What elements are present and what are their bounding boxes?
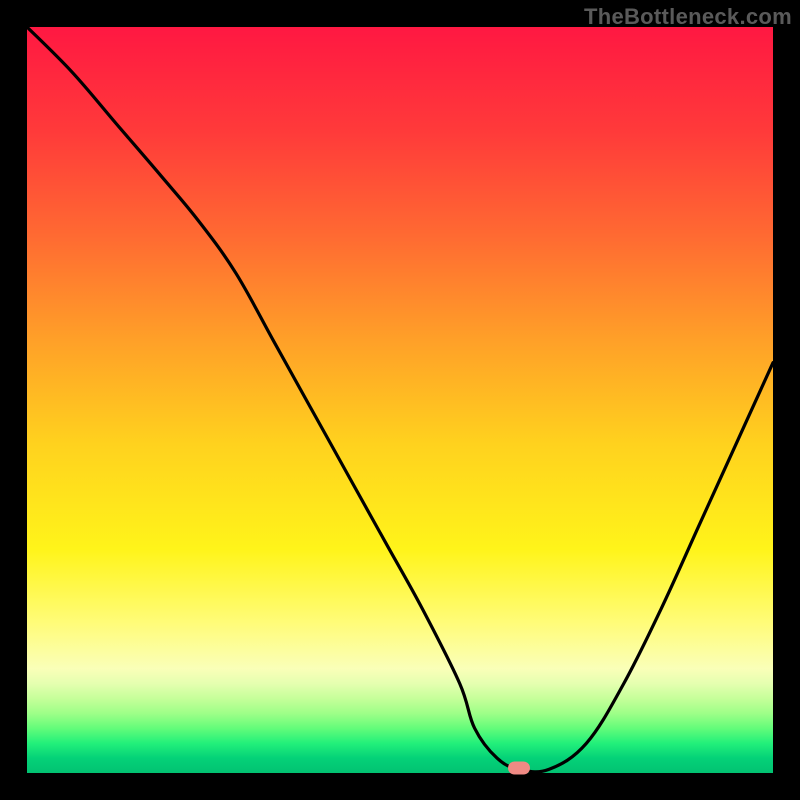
optimal-marker <box>508 761 530 774</box>
watermark-text: TheBottleneck.com <box>584 4 792 30</box>
bottleneck-curve-path <box>27 27 773 772</box>
chart-curve-layer <box>27 27 773 773</box>
stage: TheBottleneck.com <box>0 0 800 800</box>
chart-area <box>27 27 773 773</box>
